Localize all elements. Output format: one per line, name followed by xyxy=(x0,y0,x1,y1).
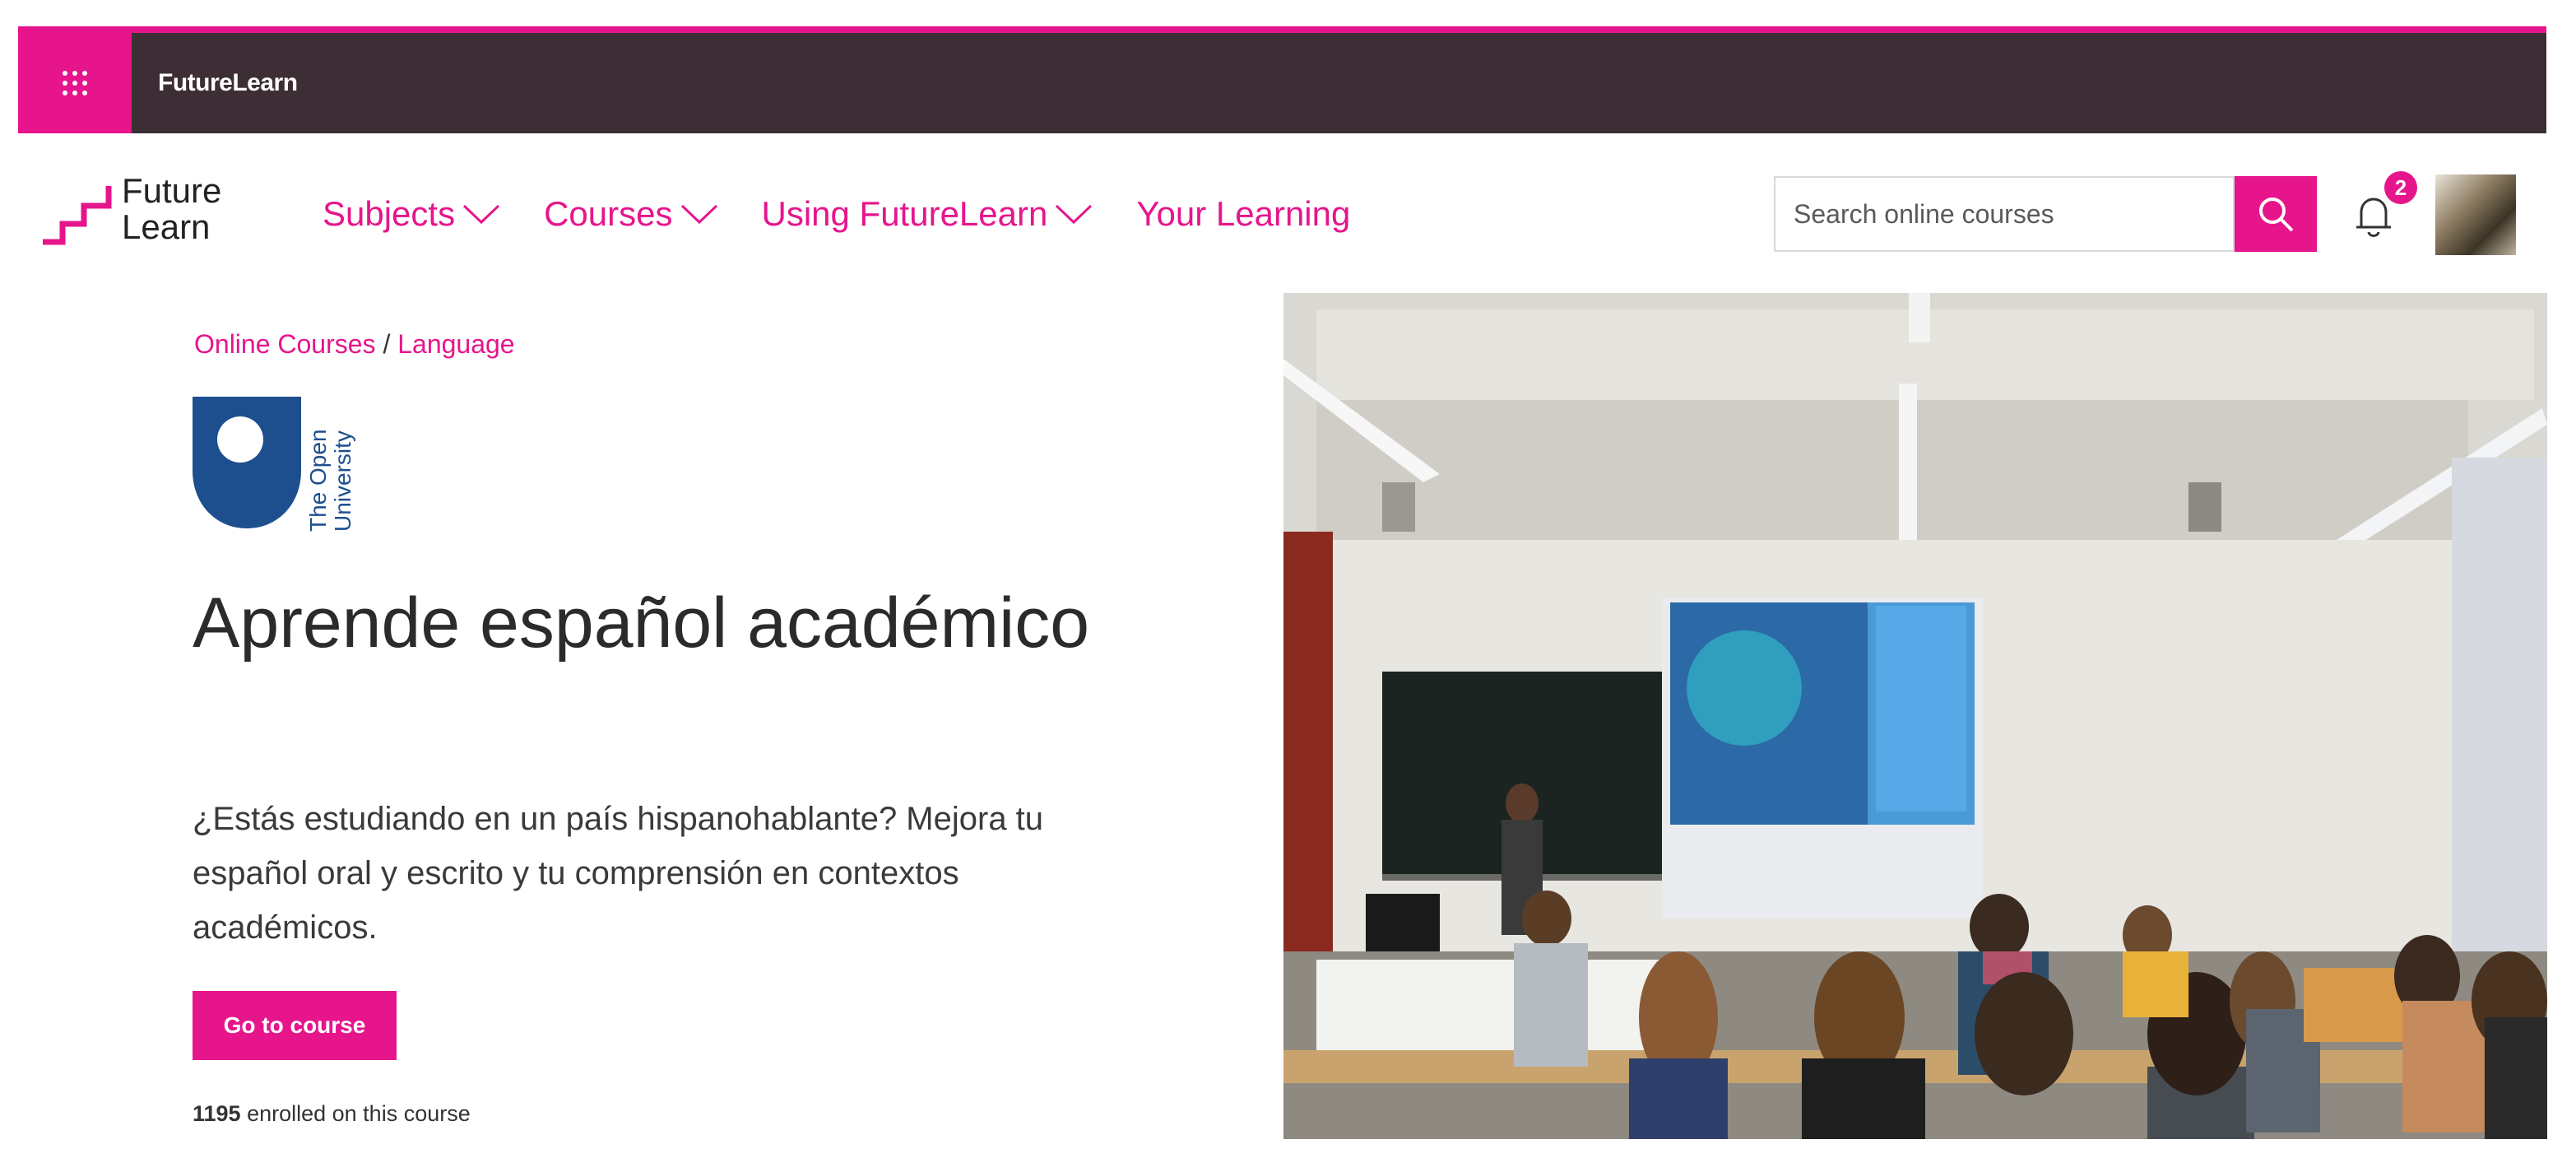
nav-using-futurelearn[interactable]: Using FutureLearn xyxy=(762,194,1094,234)
topbar-brand-link[interactable]: FutureLearn xyxy=(158,33,298,133)
partner-name: The Open University xyxy=(305,400,355,532)
nav-subjects-label: Subjects xyxy=(323,194,456,233)
nav-courses-label: Courses xyxy=(544,194,673,233)
main-nav: Subjects Courses Using FutureLearn Your … xyxy=(323,188,1393,240)
grid-icon xyxy=(63,71,87,95)
nav-your-learning-label: Your Learning xyxy=(1136,194,1351,233)
course-hero-image xyxy=(1283,293,2547,1139)
breadcrumb-separator: / xyxy=(375,329,398,359)
search-button[interactable] xyxy=(2235,176,2317,252)
breadcrumb-online-courses[interactable]: Online Courses xyxy=(194,329,376,359)
enrolled-suffix: enrolled on this course xyxy=(240,1101,471,1126)
course-title: Aprende español académico xyxy=(193,584,1090,663)
breadcrumb-language[interactable]: Language xyxy=(397,329,514,359)
user-avatar[interactable] xyxy=(2435,174,2516,255)
search-icon xyxy=(2259,198,2294,232)
futurelearn-logo[interactable]: Future Learn xyxy=(39,171,253,262)
enrolled-count: 1195 enrolled on this course xyxy=(193,1101,471,1127)
nav-using-futurelearn-label: Using FutureLearn xyxy=(761,194,1048,233)
partner-name-line1: The Open xyxy=(305,429,331,532)
enrolled-number: 1195 xyxy=(193,1101,241,1126)
nav-your-learning[interactable]: Your Learning xyxy=(1136,194,1350,234)
nav-subjects[interactable]: Subjects xyxy=(323,194,501,234)
chevron-down-icon xyxy=(1056,204,1093,225)
logo-text-line1: Future xyxy=(122,171,222,210)
chevron-down-icon xyxy=(680,204,717,225)
breadcrumb: Online Courses / Language xyxy=(194,329,515,360)
search-field xyxy=(1774,176,2235,252)
top-strip: FutureLearn xyxy=(18,26,2546,133)
notification-count-badge: 2 xyxy=(2384,171,2417,204)
classroom-photo xyxy=(1283,293,2547,1139)
nav-courses[interactable]: Courses xyxy=(544,194,718,234)
search-input[interactable] xyxy=(1792,178,2207,250)
go-to-course-button[interactable]: Go to course xyxy=(193,991,397,1060)
course-description: ¿Estás estudiando en un país hispanohabl… xyxy=(193,801,1044,946)
stairs-logo-icon xyxy=(43,186,112,245)
partner-name-line2: University xyxy=(330,430,355,532)
open-university-shield-icon xyxy=(193,397,301,528)
chevron-down-icon xyxy=(463,204,500,225)
logo-text-line2: Learn xyxy=(122,207,211,246)
apps-menu-button[interactable] xyxy=(18,33,132,133)
